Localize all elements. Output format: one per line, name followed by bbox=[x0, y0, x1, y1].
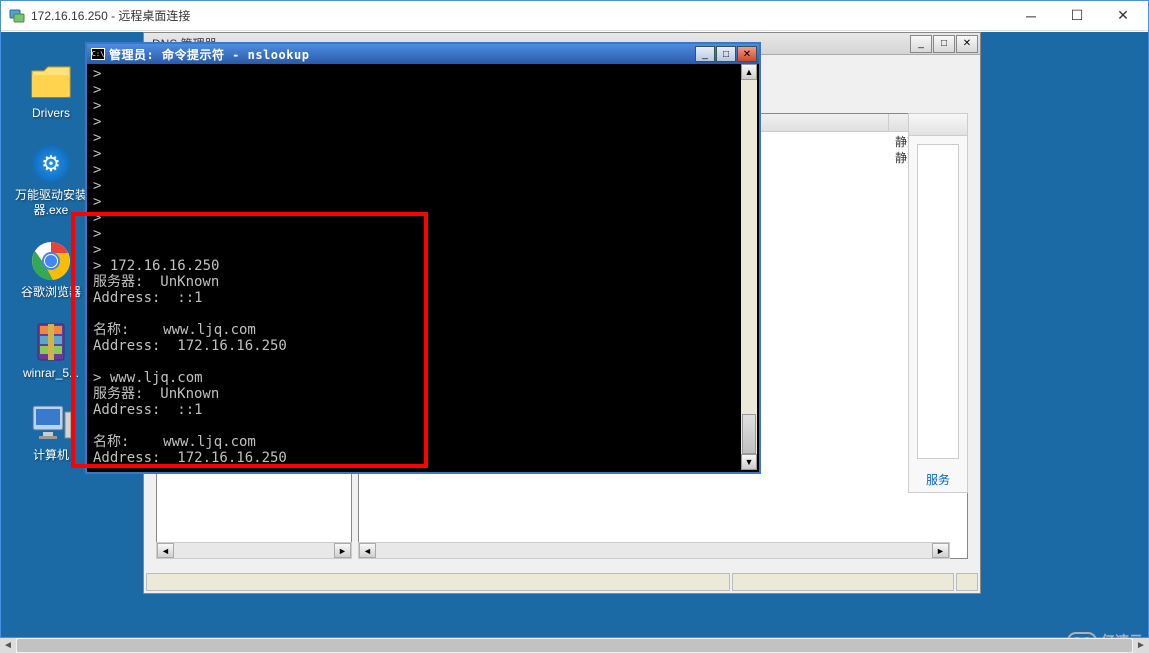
hscroll-right[interactable]: ◄► bbox=[358, 542, 950, 559]
cmd-minimize-button[interactable]: _ bbox=[695, 46, 715, 62]
rdp-icon bbox=[9, 8, 25, 24]
cmd-output[interactable]: > > > > > > > > > > > > > 172.16.16.250 … bbox=[89, 64, 741, 470]
action-pane-toolbar bbox=[909, 114, 967, 136]
desktop-icon-computer[interactable]: 计算机 bbox=[15, 404, 87, 464]
scroll-right-icon[interactable]: ► bbox=[932, 543, 949, 558]
desktop-icon-chrome[interactable]: 谷歌浏览器 bbox=[15, 241, 87, 301]
cmd-maximize-button[interactable]: □ bbox=[716, 46, 736, 62]
folder-icon bbox=[30, 65, 72, 99]
rdp-title: 172.16.16.250 - 远程桌面连接 bbox=[31, 7, 1008, 24]
computer-icon bbox=[29, 404, 73, 444]
scroll-right-icon[interactable]: ► bbox=[1133, 638, 1149, 653]
gear-icon: ⚙ bbox=[32, 145, 70, 183]
minimize-button[interactable]: ─ bbox=[1008, 1, 1054, 30]
scroll-left-icon[interactable]: ◄ bbox=[157, 543, 174, 558]
rdp-window: 172.16.16.250 - 远程桌面连接 ─ ☐ ✕ Drivers ⚙ 万… bbox=[0, 0, 1149, 638]
cmd-icon: C:\ bbox=[91, 48, 105, 60]
cmd-window[interactable]: C:\ 管理员: 命令提示符 - nslookup _ □ ✕ > > > > … bbox=[85, 42, 761, 474]
dns-hscroll-area: ◄► ◄► bbox=[156, 542, 950, 559]
dns-action-pane[interactable]: 服务 bbox=[908, 113, 968, 493]
chrome-icon bbox=[31, 241, 71, 281]
dns-statusbar bbox=[144, 571, 980, 593]
action-link[interactable]: 服务 bbox=[909, 467, 967, 492]
cmd-window-controls: _ □ ✕ bbox=[695, 46, 757, 62]
scroll-down-icon[interactable]: ▼ bbox=[741, 454, 757, 470]
scroll-thumb[interactable] bbox=[742, 414, 756, 454]
cmd-title: 管理员: 命令提示符 - nslookup bbox=[109, 46, 691, 63]
rdp-titlebar[interactable]: 172.16.16.250 - 远程桌面连接 ─ ☐ ✕ bbox=[1, 1, 1148, 31]
desktop-icons: Drivers ⚙ 万能驱动安装器.exe 谷歌浏览器 winrar_5... … bbox=[15, 62, 87, 486]
scroll-right-icon[interactable]: ► bbox=[334, 543, 351, 558]
scroll-up-icon[interactable]: ▲ bbox=[741, 64, 757, 80]
scroll-thumb[interactable] bbox=[17, 639, 1132, 652]
cmd-titlebar[interactable]: C:\ 管理员: 命令提示符 - nslookup _ □ ✕ bbox=[87, 44, 759, 64]
close-button[interactable]: ✕ bbox=[1100, 1, 1146, 30]
page-hscrollbar[interactable]: ◄ ► bbox=[0, 638, 1149, 653]
hscroll-left[interactable]: ◄► bbox=[156, 542, 352, 559]
resize-grip[interactable] bbox=[956, 573, 978, 591]
cmd-vscrollbar[interactable]: ▲ ▼ bbox=[741, 64, 757, 470]
scroll-left-icon[interactable]: ◄ bbox=[359, 543, 376, 558]
desktop-icon-driver-installer[interactable]: ⚙ 万能驱动安装器.exe bbox=[15, 144, 87, 219]
bg-maximize-button[interactable]: □ bbox=[933, 35, 955, 53]
bg-close-button[interactable]: ✕ bbox=[956, 35, 978, 53]
remote-desktop[interactable]: Drivers ⚙ 万能驱动安装器.exe 谷歌浏览器 winrar_5... … bbox=[1, 32, 1148, 637]
action-pane-body bbox=[917, 144, 959, 459]
desktop-icon-drivers[interactable]: Drivers bbox=[15, 62, 87, 122]
winrar-icon bbox=[34, 322, 68, 362]
maximize-button[interactable]: ☐ bbox=[1054, 1, 1100, 30]
desktop-icon-winrar[interactable]: winrar_5... bbox=[15, 322, 87, 382]
cmd-close-button[interactable]: ✕ bbox=[737, 46, 757, 62]
rdp-window-controls: ─ ☐ ✕ bbox=[1008, 1, 1146, 30]
scroll-left-icon[interactable]: ◄ bbox=[0, 638, 16, 653]
bg-minimize-button[interactable]: _ bbox=[910, 35, 932, 53]
